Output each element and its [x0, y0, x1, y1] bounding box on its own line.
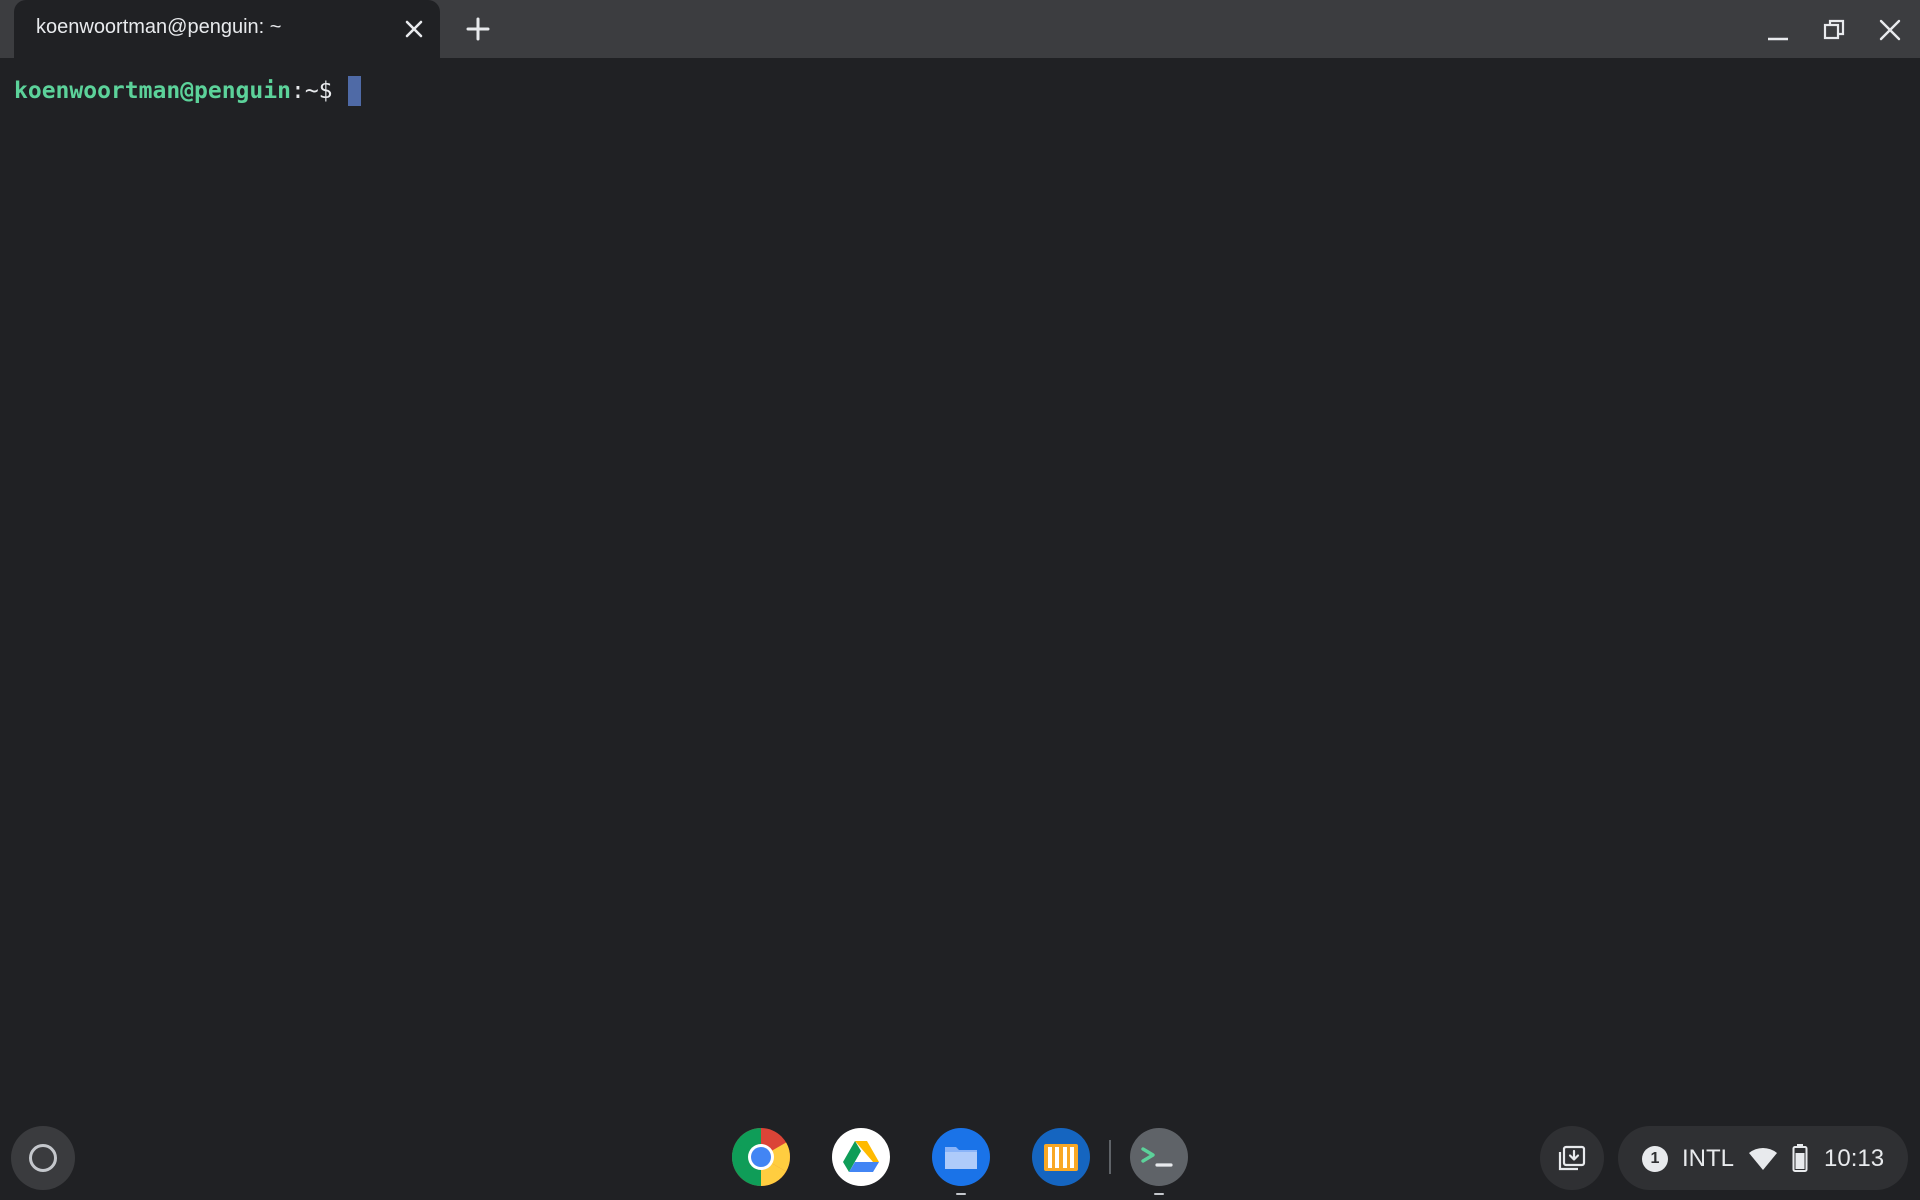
wifi-icon: [1749, 1147, 1777, 1170]
shelf-divider: [1109, 1140, 1111, 1174]
notification-count-badge[interactable]: 1: [1642, 1146, 1668, 1172]
title-bar: koenwoortman@penguin: ~: [0, 0, 1920, 58]
terminal-area[interactable]: koenwoortman@penguin:~$: [0, 58, 1920, 1105]
files-running-indicator: [956, 1193, 966, 1195]
text-cursor: [348, 76, 362, 106]
close-window-icon[interactable]: [1874, 14, 1906, 46]
prompt-user: koenwoortman@penguin: [14, 78, 291, 104]
status-tray[interactable]: 1 INTL 10:13: [1618, 1126, 1908, 1190]
chrome-icon[interactable]: [731, 1127, 791, 1187]
tab-title: koenwoortman@penguin: ~: [36, 16, 282, 38]
minimize-icon[interactable]: [1762, 14, 1794, 46]
downloads-icon: [1558, 1145, 1586, 1171]
drive-icon[interactable]: [831, 1127, 891, 1187]
new-tab-icon[interactable]: [462, 13, 494, 45]
close-tab-icon[interactable]: [400, 15, 428, 43]
terminal-running-indicator: [1154, 1193, 1164, 1195]
books-icon[interactable]: [1031, 1127, 1091, 1187]
ime-indicator[interactable]: INTL: [1682, 1145, 1734, 1173]
launcher-ring-icon: [29, 1144, 57, 1172]
restore-icon[interactable]: [1818, 14, 1850, 46]
clock[interactable]: 10:13: [1824, 1145, 1884, 1173]
prompt-path: ~$: [304, 78, 347, 104]
battery-icon: [1792, 1144, 1808, 1172]
terminal-icon[interactable]: [1129, 1127, 1189, 1187]
shell-prompt: koenwoortman@penguin:~$: [14, 76, 362, 106]
launcher-button[interactable]: [11, 1126, 75, 1190]
files-icon[interactable]: [931, 1127, 991, 1187]
holding-space-button[interactable]: [1540, 1126, 1604, 1190]
tab-terminal[interactable]: koenwoortman@penguin: ~: [14, 0, 440, 58]
prompt-separator: :: [290, 78, 305, 104]
